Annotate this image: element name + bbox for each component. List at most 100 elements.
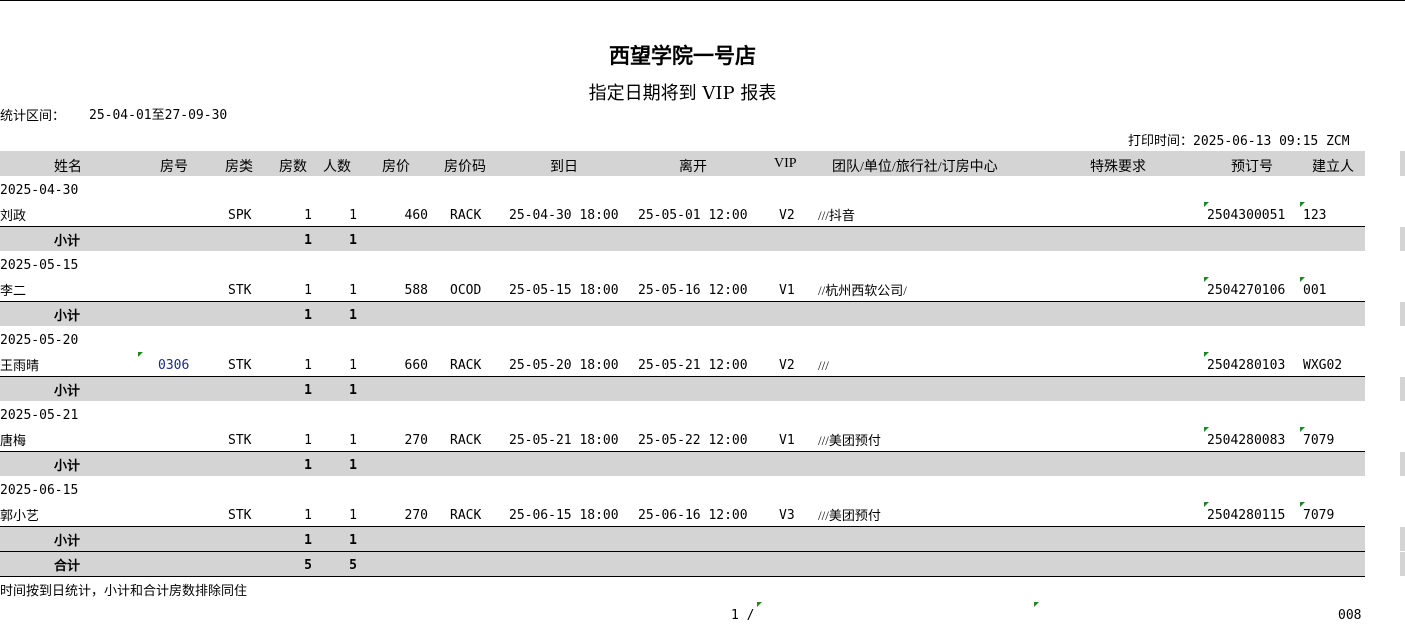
guest-rate-code: RACK (450, 433, 482, 448)
col-header-agency: 团队/单位/旅行社/订房中心 (832, 160, 998, 175)
edge-band (1400, 527, 1405, 551)
guest-people: 1 (349, 283, 357, 298)
subtotal-people: 1 (349, 533, 357, 548)
guest-creator: WXG02 (1303, 358, 1343, 373)
subtotal-label: 小计 (54, 383, 81, 398)
guest-booking[interactable]: 2504300051 (1207, 208, 1285, 224)
comment-marker-icon (1204, 502, 1209, 507)
guest-creator: 001 (1303, 283, 1327, 298)
guest-agency: ///抖音 (818, 208, 855, 223)
total-rooms: 5 (304, 558, 312, 573)
comment-marker-icon (138, 352, 143, 357)
subtotal-label: 小计 (54, 533, 81, 548)
guest-vip: V2 (779, 358, 795, 373)
report-subtitle: 指定日期将到 VIP 报表 (588, 83, 777, 104)
guest-depart: 25-05-16 12:00 (638, 283, 748, 298)
col-header-room: 房号 (160, 160, 188, 175)
guest-agency: ///美团预付 (818, 508, 881, 523)
col-header-arrive: 到日 (550, 160, 578, 175)
guest-name[interactable]: 王雨晴 (0, 358, 39, 374)
subtotal-rooms: 1 (304, 383, 312, 398)
subtotal-rooms: 1 (304, 533, 312, 548)
footer-note: 时间按到日统计，小计和合计房数排除同住 (0, 583, 248, 598)
guest-name[interactable]: 唐梅 (0, 433, 26, 449)
total-row (0, 552, 1365, 576)
guest-creator: 7079 (1303, 433, 1335, 448)
subtotal-row (0, 302, 1365, 326)
guest-people: 1 (349, 433, 357, 448)
guest-booking[interactable]: 2504270106 (1207, 283, 1285, 299)
guest-rate: 460 (404, 208, 428, 223)
subtotal-row (0, 227, 1365, 251)
comment-marker-icon (757, 602, 762, 607)
subtotal-rooms: 1 (304, 233, 312, 248)
guest-rooms: 1 (304, 433, 312, 448)
guest-rate: 660 (404, 358, 428, 373)
comment-marker-icon (1204, 202, 1209, 207)
guest-agency: ///美团预付 (818, 433, 881, 448)
guest-agency: //杭州西软公司/ (818, 283, 907, 298)
guest-name[interactable]: 郭小艺 (0, 508, 39, 524)
group-date: 2025-05-15 (0, 258, 79, 273)
subtotal-people: 1 (349, 458, 357, 473)
col-header-creator: 建立人 (1312, 160, 1354, 175)
row-divider (0, 576, 1365, 577)
subtotal-row (0, 377, 1365, 401)
total-people: 5 (349, 558, 357, 573)
guest-vip: V3 (779, 508, 795, 523)
subtotal-rooms: 1 (304, 458, 312, 473)
col-header-booking: 预订号 (1231, 160, 1273, 175)
guest-creator: 7079 (1303, 508, 1335, 523)
comment-marker-icon (1204, 352, 1209, 357)
guest-room-link[interactable]: 0306 (158, 358, 189, 374)
guest-arrive: 25-05-20 18:00 (509, 358, 619, 373)
group-date: 2025-05-20 (0, 333, 79, 348)
report-code: 008 (1338, 608, 1362, 623)
col-header-rooms: 房数 (279, 160, 307, 175)
guest-name[interactable]: 李二 (0, 283, 26, 299)
edge-band (1400, 302, 1405, 326)
edge-band (1400, 552, 1405, 576)
col-header-rate: 房价 (382, 160, 410, 175)
guest-rate-code: RACK (450, 508, 482, 523)
col-header-people: 人数 (323, 160, 351, 175)
print-time-value: 2025-06-13 09:15 ZCM (1193, 134, 1350, 149)
page-top-border (0, 0, 1405, 1)
guest-vip: V1 (779, 433, 795, 448)
total-label: 合计 (54, 558, 81, 573)
subtotal-people: 1 (349, 383, 357, 398)
guest-booking[interactable]: 2504280103 (1207, 358, 1285, 374)
guest-name[interactable]: 刘政 (0, 208, 26, 224)
guest-room-type: STK (228, 433, 252, 448)
guest-agency: /// (818, 358, 829, 373)
page-number: 1 / (731, 608, 755, 623)
subtotal-row (0, 527, 1365, 551)
guest-arrive: 25-06-15 18:00 (509, 508, 619, 523)
subtotal-rooms: 1 (304, 308, 312, 323)
col-header-rate-code: 房价码 (444, 160, 486, 175)
guest-people: 1 (349, 208, 357, 223)
guest-rooms: 1 (304, 358, 312, 373)
report-hotel-title: 西望学院一号店 (609, 43, 756, 68)
guest-rate-code: OCOD (450, 283, 482, 298)
col-header-depart: 离开 (679, 160, 707, 175)
group-date: 2025-05-21 (0, 408, 79, 423)
guest-depart: 25-05-21 12:00 (638, 358, 748, 373)
guest-room-type: SPK (228, 208, 252, 223)
guest-rate-code: RACK (450, 358, 482, 373)
comment-marker-icon (1034, 602, 1039, 607)
guest-vip: V1 (779, 283, 795, 298)
period-value: 25-04-01至27-09-30 (89, 108, 228, 123)
group-date: 2025-04-30 (0, 183, 79, 198)
guest-booking[interactable]: 2504280083 (1207, 433, 1285, 449)
guest-room-type: STK (228, 508, 252, 523)
edge-band (1400, 227, 1405, 251)
guest-rooms: 1 (304, 283, 312, 298)
comment-marker-icon (1300, 202, 1305, 207)
col-header-special: 特殊要求 (1090, 160, 1146, 175)
subtotal-people: 1 (349, 233, 357, 248)
guest-rate: 270 (404, 433, 428, 448)
guest-people: 1 (349, 358, 357, 373)
guest-booking[interactable]: 2504280115 (1207, 508, 1285, 524)
guest-rate: 588 (404, 283, 428, 298)
